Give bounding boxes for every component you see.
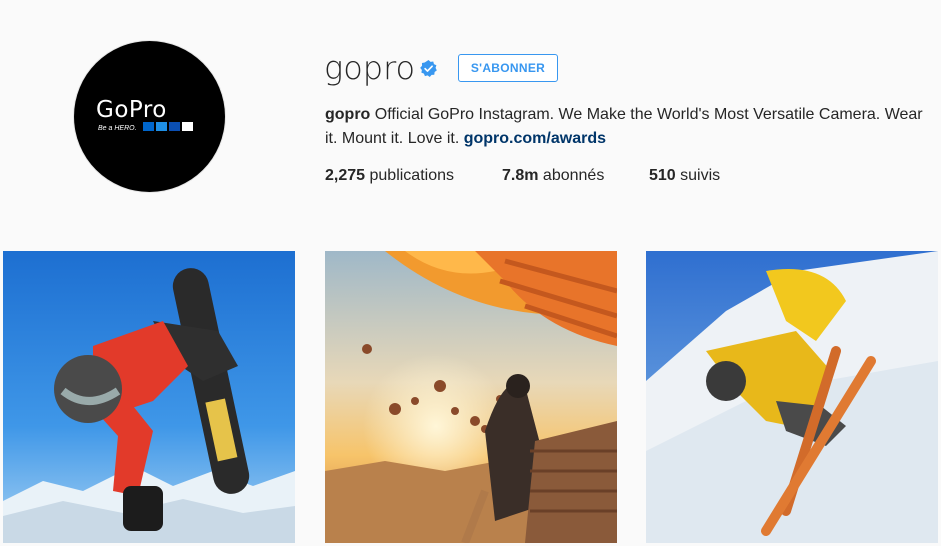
stat-value: 510 [649,167,676,184]
snowboarder-image [3,251,295,543]
balloons-image [325,251,617,543]
post-thumbnail-balloons[interactable] [325,251,617,543]
stat-label: abonnés [542,167,605,184]
logo-square [143,122,154,131]
stat-followers[interactable]: 7.8m abonnés [502,165,604,187]
follow-button[interactable]: S'ABONNER [458,54,558,82]
logo-square [156,122,167,131]
stat-label: publications [369,167,455,184]
verified-badge-icon [420,60,437,77]
logo-squares [143,122,193,131]
gopro-wordmark: GoPro [96,97,167,123]
profile-bio: gopro Official GoPro Instagram. We Make … [325,103,925,151]
stat-value: 2,275 [325,167,366,184]
logo-square [182,122,193,131]
bio-text: Official GoPro Instagram. We Make the Wo… [325,106,923,147]
gopro-tagline: Be a HERO. [98,125,137,132]
logo-square [169,122,180,131]
post-thumbnail-snowboarder[interactable] [3,251,295,543]
stat-value: 7.8m [502,167,539,184]
stat-following[interactable]: 510 suivis [649,165,720,187]
profile-avatar[interactable]: GoPro Be a HERO. [74,41,225,192]
stat-posts[interactable]: 2,275 publications [325,165,454,187]
skier-image [646,251,938,543]
profile-username: gopro [324,49,416,87]
bio-name: gopro [325,106,371,123]
bio-link[interactable]: gopro.com/awards [464,130,606,147]
stat-label: suivis [680,167,721,184]
post-thumbnail-skier[interactable] [646,251,938,543]
